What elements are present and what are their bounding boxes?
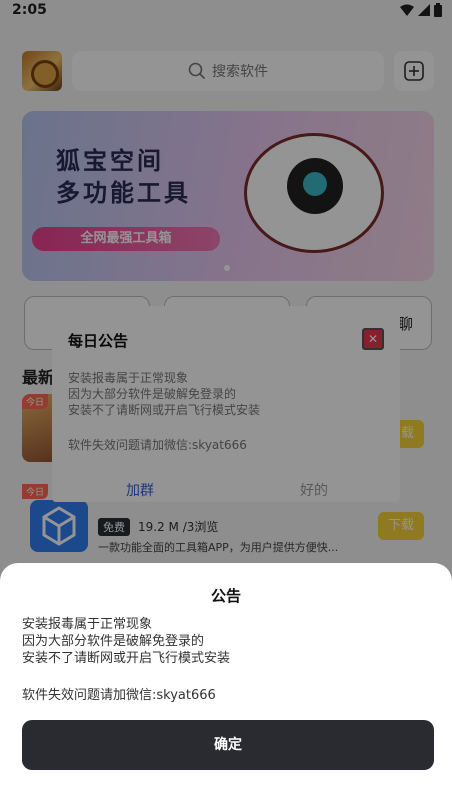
- sheet-line: 因为大部分软件是破解免登录的: [22, 634, 205, 649]
- sheet-line: 安装报毒属于正常现象: [22, 617, 153, 632]
- sheet-contact: 软件失效问题请加微信:skyat666: [22, 688, 216, 703]
- announcement-sheet: 公告 安装报毒属于正常现象 因为大部分软件是破解免登录的 安装不了请断网或开启飞…: [0, 563, 452, 799]
- sheet-line: 安装不了请断网或开启飞行模式安装: [22, 651, 231, 666]
- sheet-title: 公告: [210, 587, 241, 605]
- sheet-body: 安装报毒属于正常现象 因为大部分软件是破解免登录的 安装不了请断网或开启飞行模式…: [22, 616, 230, 667]
- confirm-button[interactable]: 确定: [22, 720, 434, 770]
